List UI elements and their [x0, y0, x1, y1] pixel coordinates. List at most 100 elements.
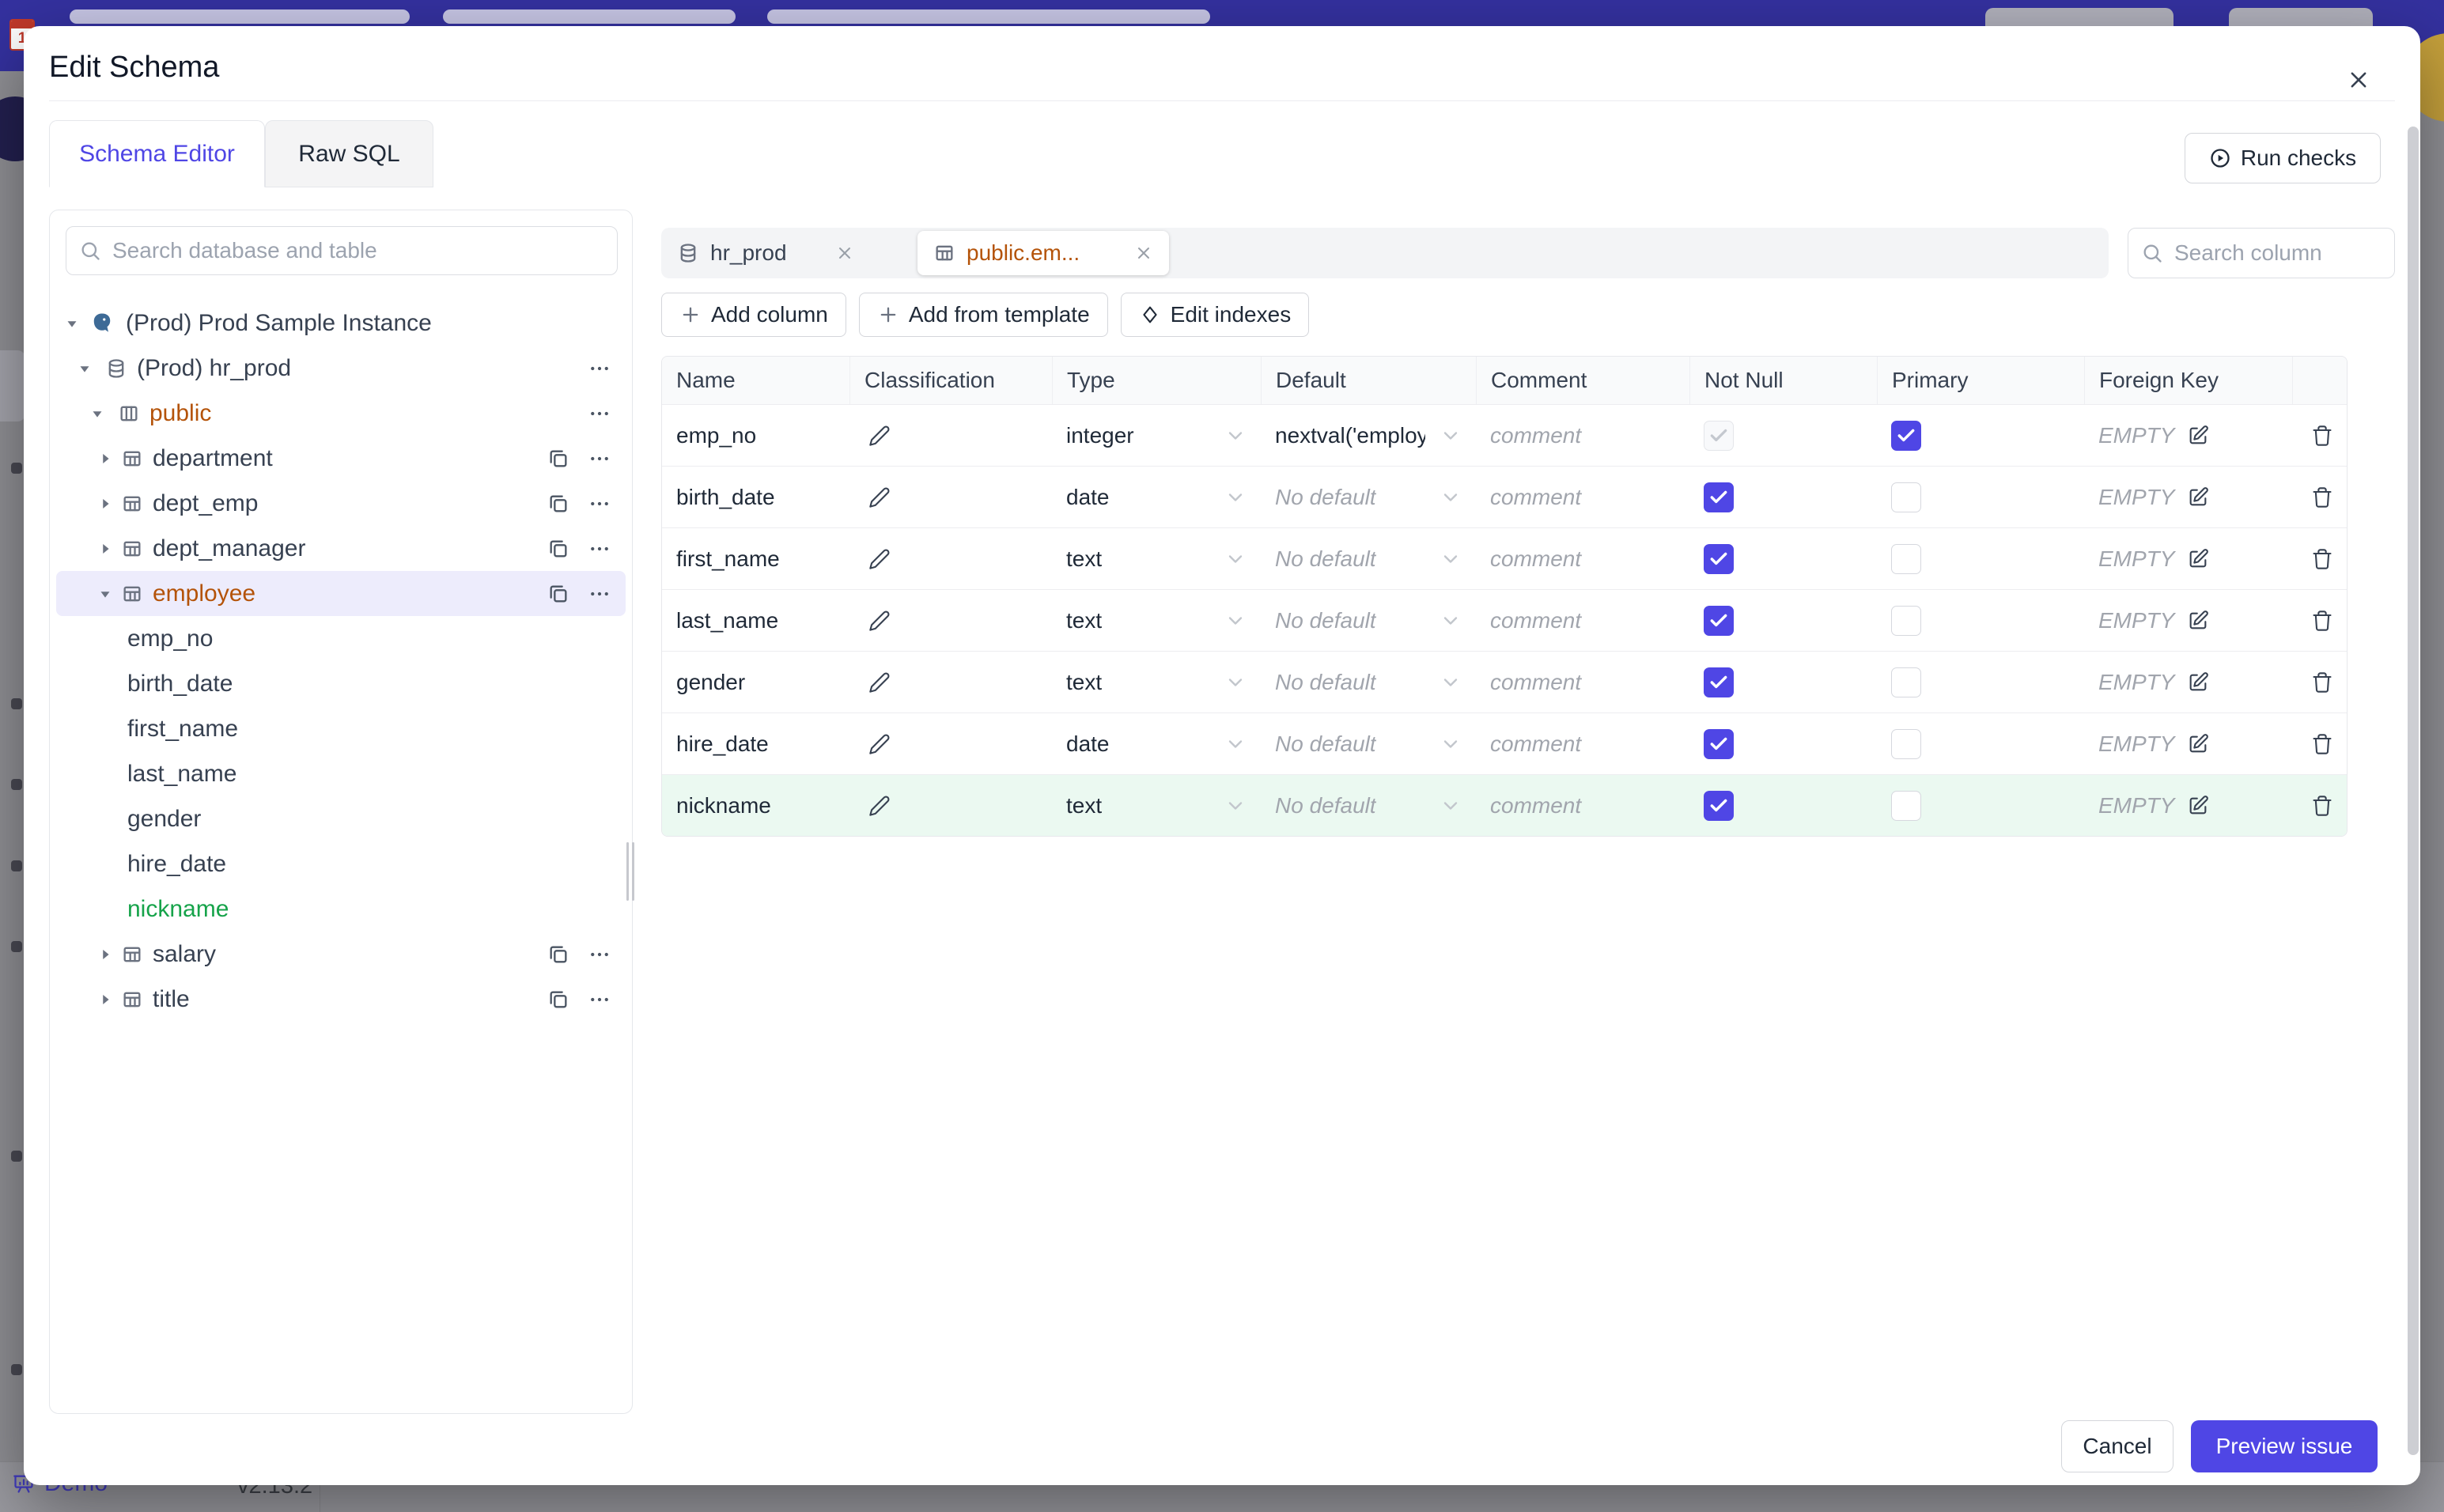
- tree-item-public[interactable]: public: [56, 391, 626, 436]
- type-select[interactable]: date: [1052, 713, 1261, 774]
- type-select[interactable]: text: [1052, 775, 1261, 836]
- edit-foreign-key-icon[interactable]: [2182, 420, 2214, 452]
- tree-item--prod-prod-sample-instance[interactable]: (Prod) Prod Sample Instance: [56, 301, 626, 346]
- not-null-checkbox[interactable]: [1704, 667, 1734, 697]
- primary-checkbox[interactable]: [1891, 420, 1921, 451]
- default-select[interactable]: No default: [1261, 713, 1476, 774]
- close-tab-icon[interactable]: [835, 244, 854, 263]
- copy-icon[interactable]: [545, 490, 572, 517]
- copy-icon[interactable]: [545, 986, 572, 1013]
- pencil-icon[interactable]: [864, 605, 895, 637]
- caret-right-icon[interactable]: [96, 494, 115, 513]
- copy-icon[interactable]: [545, 445, 572, 472]
- more-actions-icon[interactable]: [586, 535, 613, 562]
- type-select[interactable]: text: [1052, 590, 1261, 651]
- tree-item-emp_no[interactable]: emp_no: [56, 616, 626, 661]
- add-column-button[interactable]: Add column: [661, 293, 846, 337]
- tree-item-employee[interactable]: employee: [56, 571, 626, 616]
- tree-item-dept_emp[interactable]: dept_emp: [56, 481, 626, 526]
- not-null-checkbox[interactable]: [1704, 790, 1734, 821]
- primary-checkbox[interactable]: [1891, 790, 1921, 821]
- caret-down-icon[interactable]: [88, 404, 107, 423]
- comment-input[interactable]: comment: [1476, 713, 1689, 774]
- caret-down-icon[interactable]: [62, 314, 81, 333]
- column-name[interactable]: gender: [676, 670, 745, 695]
- default-select[interactable]: No default: [1261, 528, 1476, 589]
- primary-checkbox[interactable]: [1891, 605, 1921, 636]
- more-actions-icon[interactable]: [586, 580, 613, 607]
- tree-item--prod-hr_prod[interactable]: (Prod) hr_prod: [56, 346, 626, 391]
- edit-foreign-key-icon[interactable]: [2182, 605, 2214, 637]
- tree-item-hire_date[interactable]: hire_date: [56, 841, 626, 886]
- primary-checkbox[interactable]: [1891, 728, 1921, 759]
- column-name[interactable]: first_name: [676, 546, 780, 572]
- edit-foreign-key-icon[interactable]: [2182, 667, 2214, 698]
- delete-column-icon[interactable]: [2306, 728, 2338, 760]
- more-actions-icon[interactable]: [586, 941, 613, 968]
- column-name-input[interactable]: birth_date: [662, 467, 849, 527]
- column-name[interactable]: birth_date: [676, 485, 775, 510]
- pencil-icon[interactable]: [864, 790, 895, 822]
- default-select[interactable]: No default: [1261, 775, 1476, 836]
- add-from-template-button[interactable]: Add from template: [858, 293, 1108, 337]
- not-null-checkbox[interactable]: [1704, 605, 1734, 636]
- column-name-input[interactable]: first_name: [662, 528, 849, 589]
- tree-search-input[interactable]: Search database and table: [66, 226, 618, 275]
- column-name[interactable]: last_name: [676, 608, 778, 633]
- scrollbar[interactable]: [2408, 127, 2419, 1455]
- comment-input[interactable]: comment: [1476, 528, 1689, 589]
- tree-item-first_name[interactable]: first_name: [56, 706, 626, 751]
- caret-down-icon[interactable]: [75, 359, 94, 378]
- comment-input[interactable]: comment: [1476, 590, 1689, 651]
- tree-item-dept_manager[interactable]: dept_manager: [56, 526, 626, 571]
- comment-input[interactable]: comment: [1476, 405, 1689, 466]
- type-select[interactable]: date: [1052, 467, 1261, 527]
- preview-issue-button[interactable]: Preview issue: [2191, 1420, 2378, 1472]
- comment-input[interactable]: comment: [1476, 467, 1689, 527]
- pencil-icon[interactable]: [864, 543, 895, 575]
- more-actions-icon[interactable]: [586, 490, 613, 517]
- tab-chip-public-employee[interactable]: public.em...: [917, 231, 1169, 275]
- edit-indexes-button[interactable]: Edit indexes: [1120, 293, 1310, 337]
- not-null-checkbox[interactable]: [1704, 728, 1734, 759]
- delete-column-icon[interactable]: [2306, 543, 2338, 575]
- more-actions-icon[interactable]: [586, 400, 613, 427]
- pencil-icon[interactable]: [864, 420, 895, 452]
- column-search-input[interactable]: Search column: [2128, 228, 2395, 278]
- tree-item-department[interactable]: department: [56, 436, 626, 481]
- delete-column-icon[interactable]: [2306, 667, 2338, 698]
- default-select[interactable]: nextval('employ: [1261, 405, 1476, 466]
- tree-item-last_name[interactable]: last_name: [56, 751, 626, 796]
- default-select[interactable]: No default: [1261, 467, 1476, 527]
- copy-icon[interactable]: [545, 941, 572, 968]
- column-name-input[interactable]: gender: [662, 652, 849, 713]
- tree-item-title[interactable]: title: [56, 977, 626, 1022]
- edit-foreign-key-icon[interactable]: [2182, 482, 2214, 513]
- type-select[interactable]: text: [1052, 652, 1261, 713]
- run-checks-button[interactable]: Run checks: [2185, 133, 2381, 183]
- edit-foreign-key-icon[interactable]: [2182, 790, 2214, 822]
- type-select[interactable]: text: [1052, 528, 1261, 589]
- tree-item-salary[interactable]: salary: [56, 932, 626, 977]
- close-icon[interactable]: [2338, 59, 2379, 100]
- delete-column-icon[interactable]: [2306, 605, 2338, 637]
- panel-resize-handle[interactable]: [626, 842, 636, 901]
- copy-icon[interactable]: [545, 580, 572, 607]
- default-select[interactable]: No default: [1261, 652, 1476, 713]
- not-null-checkbox[interactable]: [1704, 482, 1734, 512]
- primary-checkbox[interactable]: [1891, 482, 1921, 512]
- pencil-icon[interactable]: [864, 728, 895, 760]
- column-name-input[interactable]: nickname: [662, 775, 849, 836]
- delete-column-icon[interactable]: [2306, 790, 2338, 822]
- caret-right-icon[interactable]: [96, 990, 115, 1009]
- pencil-icon[interactable]: [864, 482, 895, 513]
- edit-foreign-key-icon[interactable]: [2182, 543, 2214, 575]
- delete-column-icon[interactable]: [2306, 420, 2338, 452]
- tab-schema-editor[interactable]: Schema Editor: [49, 120, 265, 187]
- not-null-checkbox[interactable]: [1704, 543, 1734, 574]
- default-select[interactable]: No default: [1261, 590, 1476, 651]
- comment-input[interactable]: comment: [1476, 652, 1689, 713]
- more-actions-icon[interactable]: [586, 986, 613, 1013]
- edit-foreign-key-icon[interactable]: [2182, 728, 2214, 760]
- pencil-icon[interactable]: [864, 667, 895, 698]
